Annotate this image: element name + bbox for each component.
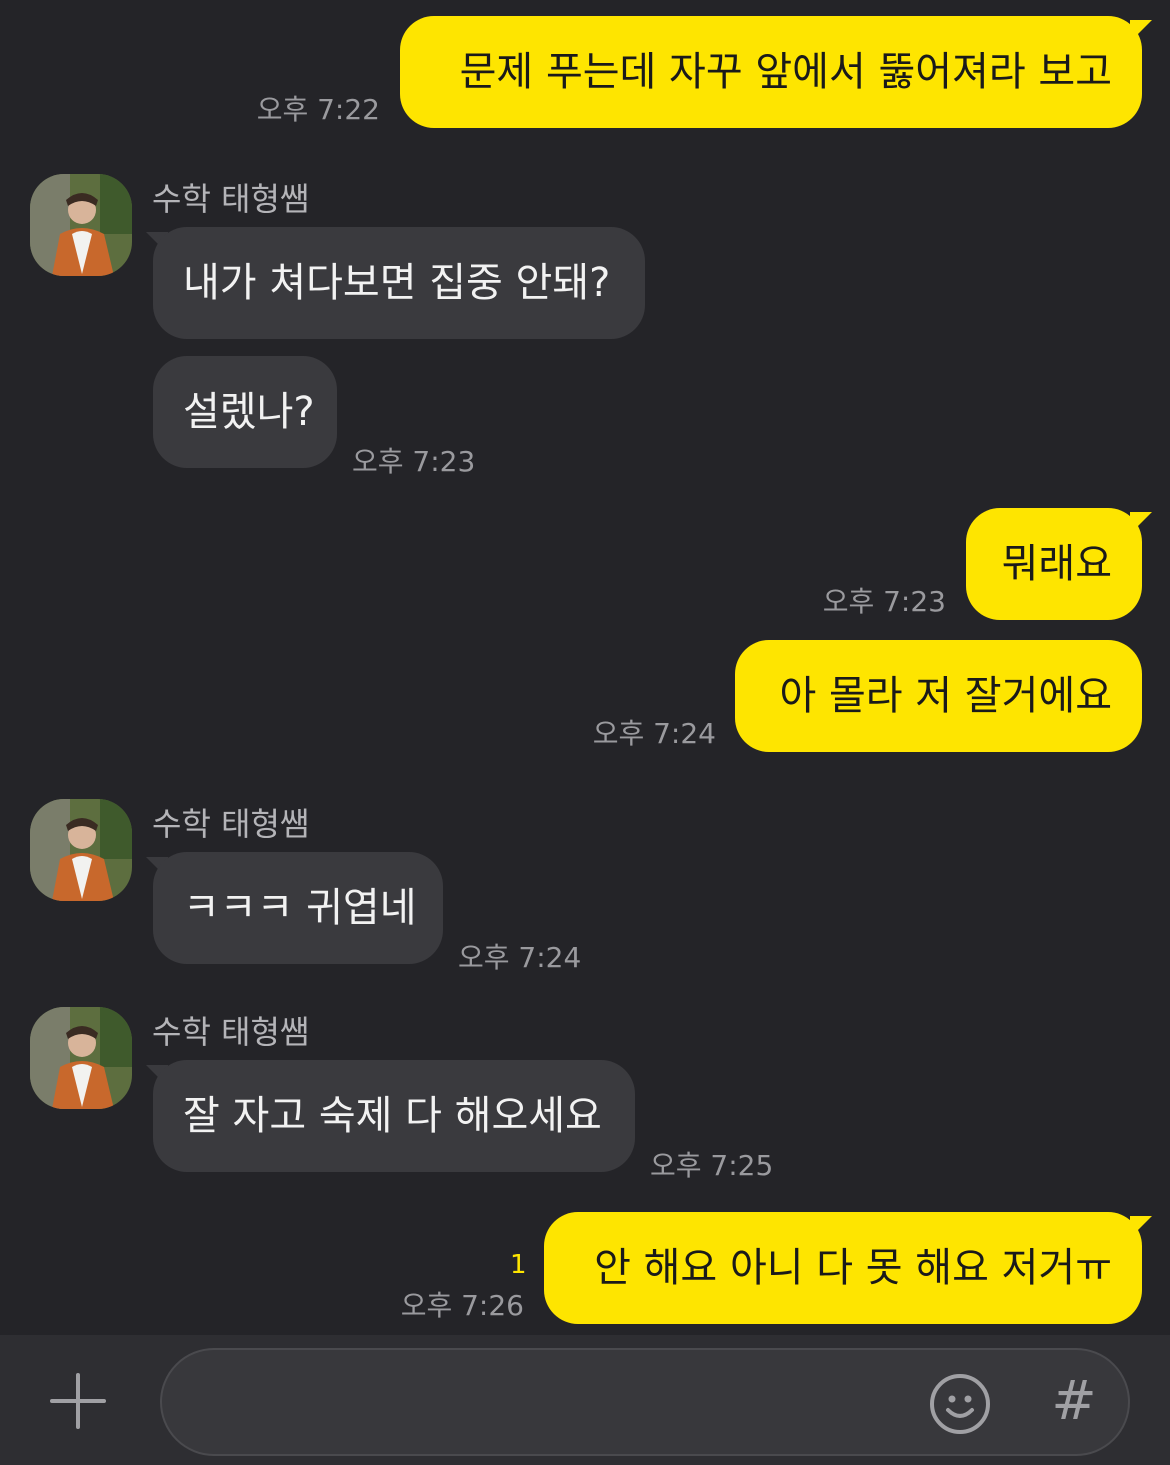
my-message-bubble[interactable]: 뭐래요 — [966, 508, 1142, 620]
message-time: 오후 7:22 — [256, 93, 380, 126]
composer-bar — [0, 1335, 1170, 1465]
avatar-photo-icon — [30, 1007, 132, 1109]
plus-button[interactable] — [48, 1371, 108, 1431]
smiley-icon — [930, 1374, 990, 1434]
message-time: 오후 7:23 — [352, 445, 476, 478]
plus-icon — [50, 1373, 106, 1429]
avatar-photo-icon — [30, 799, 132, 901]
bubble-tail — [1130, 20, 1152, 42]
sender-name: 수학 태형쌤 — [152, 1013, 310, 1051]
chat-area[interactable]: 오후 7:22 문제 푸는데 자꾸 앞에서 뚫어져라 보고 수학 태형쌤 내가 … — [0, 0, 1170, 1335]
my-message-bubble[interactable]: 아 몰라 저 잘거에요 — [735, 640, 1142, 752]
my-message-bubble[interactable]: 문제 푸는데 자꾸 앞에서 뚫어져라 보고 — [400, 16, 1142, 128]
bubble-tail — [1130, 512, 1152, 534]
their-message-bubble[interactable]: 내가 쳐다보면 집중 안돼? — [153, 227, 645, 339]
sender-name: 수학 태형쌤 — [152, 180, 310, 218]
emoji-button[interactable] — [928, 1372, 992, 1436]
hashtag-button[interactable]: # — [1046, 1370, 1102, 1432]
sender-name: 수학 태형쌤 — [152, 805, 310, 843]
contact-avatar[interactable] — [30, 799, 132, 901]
unread-count: 1 — [510, 1250, 527, 1280]
their-message-bubble[interactable]: 설렜나? — [153, 356, 337, 468]
message-time: 오후 7:25 — [650, 1149, 774, 1182]
contact-avatar[interactable] — [30, 174, 132, 276]
their-message-bubble[interactable]: ㅋㅋㅋ 귀엽네 — [153, 852, 443, 964]
my-message-bubble[interactable]: 안 해요 아니 다 못 해요 저거ㅠ — [544, 1212, 1142, 1324]
message-time: 오후 7:26 — [400, 1289, 524, 1322]
message-time: 오후 7:24 — [592, 717, 716, 750]
their-message-bubble[interactable]: 잘 자고 숙제 다 해오세요 — [153, 1060, 635, 1172]
message-time: 오후 7:23 — [822, 585, 946, 618]
avatar-photo-icon — [30, 174, 132, 276]
message-time: 오후 7:24 — [458, 941, 582, 974]
contact-avatar[interactable] — [30, 1007, 132, 1109]
bubble-tail — [1130, 1216, 1152, 1238]
